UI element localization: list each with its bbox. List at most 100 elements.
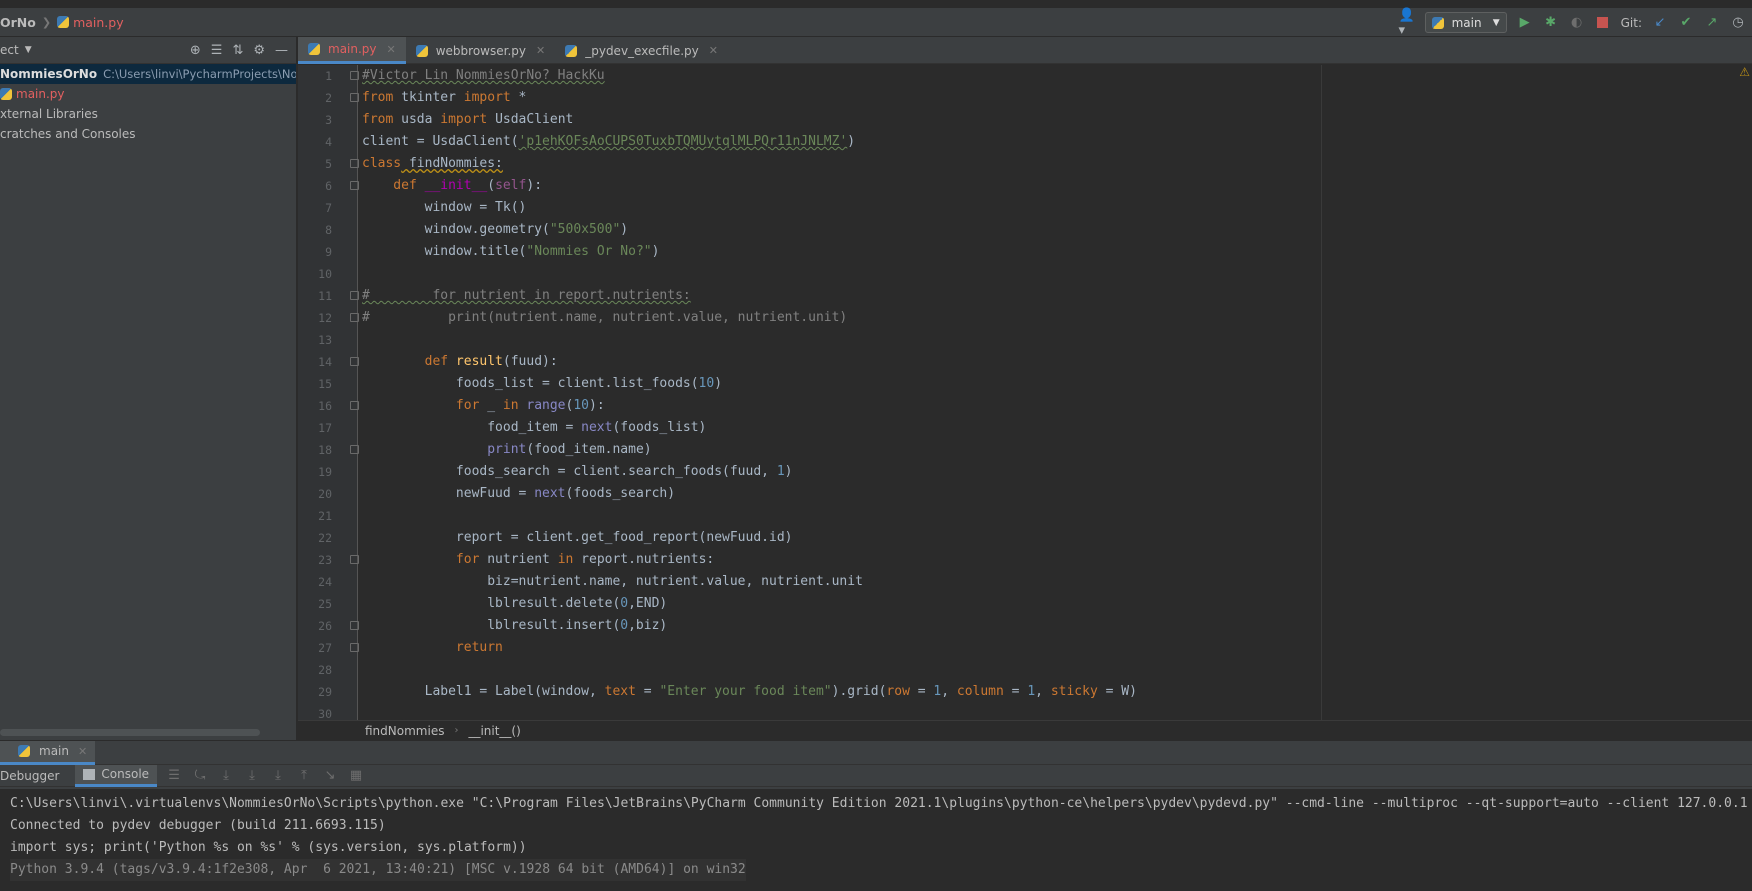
line-number: 30 [318,707,332,720]
hide-icon[interactable]: — [275,43,288,58]
line-number: 17 [318,421,332,435]
code-token: 10 [698,376,715,391]
tree-item-scratches[interactable]: cratches and Consoles [0,124,296,144]
stop-icon[interactable] [1595,15,1611,31]
code-token: class [362,156,402,171]
line-number: 14 [318,355,332,369]
code-line: foods_search = client.search_foods(fuud,… [362,461,793,483]
collapse-all-icon[interactable]: ⇅ [232,43,243,58]
debug-tool-window: main ✕ Debugger Console ☰ ⤿ ⤓ ⤓ ⤓ ⤒ ↘ ▦ … [0,740,1752,891]
git-push-icon[interactable]: ↗ [1704,15,1720,31]
tab-debug-main[interactable]: main ✕ [0,740,96,765]
fold-marker[interactable] [350,643,359,652]
tab-console[interactable]: Console [75,764,158,787]
code-token: "Nommies Or No?" [526,244,652,259]
project-header-tools: ⊕ ☰ ⇅ ⚙ — [190,43,296,58]
run-icon[interactable]: ▶ [1517,15,1533,31]
git-update-icon[interactable]: ↙ [1652,15,1668,31]
close-icon[interactable]: ✕ [78,745,87,758]
fold-marker[interactable] [350,445,359,454]
step-over-icon[interactable]: ⤓ [217,768,235,783]
user-icon[interactable]: 👤▾ [1399,8,1415,38]
history-icon[interactable]: ◷ [1730,15,1746,31]
project-tool-window: ect ▼ ⊕ ☰ ⇅ ⚙ — NommiesOrNo C:\Users\lin… [0,37,297,740]
evaluate-expression-icon[interactable]: ▦ [347,768,365,783]
chevron-down-icon[interactable]: ▼ [25,45,32,55]
show-execution-point-icon[interactable]: ⤿ [191,768,209,783]
line-number: 24 [318,575,332,589]
tree-item-external-libraries[interactable]: xternal Libraries [0,104,296,124]
code-editor[interactable]: ⚠ 1 2 3 4 5 6 7 8 9 10 11 12 13 14 15 16… [298,65,1752,720]
tree-item-label: main.py [16,87,65,101]
console-output[interactable]: C:\Users\linvi\.virtualenvs\NommiesOrNo\… [0,789,1752,891]
code-line: report = client.get_food_report(newFuud.… [362,527,793,549]
code-line: foods_list = client.list_foods(10) [362,373,722,395]
line-number: 3 [325,113,332,127]
horizontal-scrollbar[interactable] [0,729,260,736]
tree-item-label: xternal Libraries [0,107,98,121]
fold-marker[interactable] [350,71,359,80]
debug-icon[interactable]: ✱ [1543,15,1559,31]
code-line: from tkinter import * [362,87,526,109]
fold-marker[interactable] [350,93,359,102]
code-token: (food_item.name) [526,442,652,457]
close-icon[interactable]: ✕ [709,44,718,57]
breadcrumb-class[interactable]: findNommies [365,724,444,738]
menu-icon[interactable]: ☰ [165,768,183,783]
run-to-cursor-icon[interactable]: ↘ [321,768,339,783]
code-token: import [463,90,511,105]
code-token: usda [393,112,441,127]
fold-marker[interactable] [350,401,359,410]
run-config-label: main [1451,15,1482,30]
code-line: for _ in range(10): [362,395,605,417]
tree-item-main-py[interactable]: main.py [0,84,296,104]
tab-debugger[interactable]: Debugger [0,765,67,787]
breadcrumb-project[interactable]: OrNo [0,15,36,30]
breadcrumb-method[interactable]: __init__() [468,724,520,738]
code-token: column [956,684,1004,699]
step-into-icon[interactable]: ⤓ [243,768,261,783]
fold-marker[interactable] [350,555,359,564]
tab-main-py[interactable]: main.py ✕ [298,37,406,64]
breadcrumb-file[interactable]: main.py [57,15,124,30]
code-token: Label1 = Label(window, [362,684,605,699]
code-token: ) [620,222,629,237]
code-line: newFuud = next(foods_search) [362,483,675,505]
code-token: 'p1ehKOFsAoCUPS0TuxbTQMUytqlMLPQr11nJNLM… [518,134,848,149]
warning-icon[interactable]: ⚠ [1739,65,1750,79]
code-token: import [440,112,488,127]
tab-webbrowser-py[interactable]: webbrowser.py ✕ [406,37,555,64]
code-token: 10 [573,398,589,413]
code-token: tkinter [393,90,464,105]
code-token: * [510,90,527,105]
run-config-selector[interactable]: main ▼ [1424,12,1507,33]
tab-label: webbrowser.py [435,43,526,58]
fold-marker[interactable] [350,313,359,322]
git-commit-icon[interactable]: ✔ [1678,15,1694,31]
locate-icon[interactable]: ⊕ [190,43,201,58]
fold-marker[interactable] [350,621,359,630]
gear-icon[interactable]: ⚙ [253,43,265,58]
tree-item-label: cratches and Consoles [0,127,136,141]
close-icon[interactable]: ✕ [387,43,396,56]
code-line: lblresult.delete(0,END) [362,593,667,615]
step-out-icon[interactable]: ⤒ [295,768,313,783]
breadcrumb-separator: ❯ [41,15,52,29]
close-icon[interactable]: ✕ [536,44,545,57]
coverage-icon[interactable]: ◐ [1569,15,1585,31]
tab-pydev-execfile-py[interactable]: _pydev_execfile.py ✕ [555,37,728,64]
code-token: in [502,398,519,413]
line-number: 11 [318,289,332,303]
line-number: 6 [325,179,332,193]
line-number: 20 [318,487,332,501]
project-view-selector[interactable]: ect [0,43,19,57]
code-token: foods_search = client.search_foods(fuud, [362,464,777,479]
fold-marker[interactable] [350,291,359,300]
tree-item-project-root[interactable]: NommiesOrNo C:\Users\linvi\PycharmProjec… [0,64,296,84]
step-into-my-code-icon[interactable]: ⤓ [269,768,287,783]
fold-marker[interactable] [350,159,359,168]
expand-all-icon[interactable]: ☰ [211,43,223,58]
fold-marker[interactable] [350,181,359,190]
fold-marker[interactable] [350,357,359,366]
code-token: (foods_list) [612,420,707,435]
